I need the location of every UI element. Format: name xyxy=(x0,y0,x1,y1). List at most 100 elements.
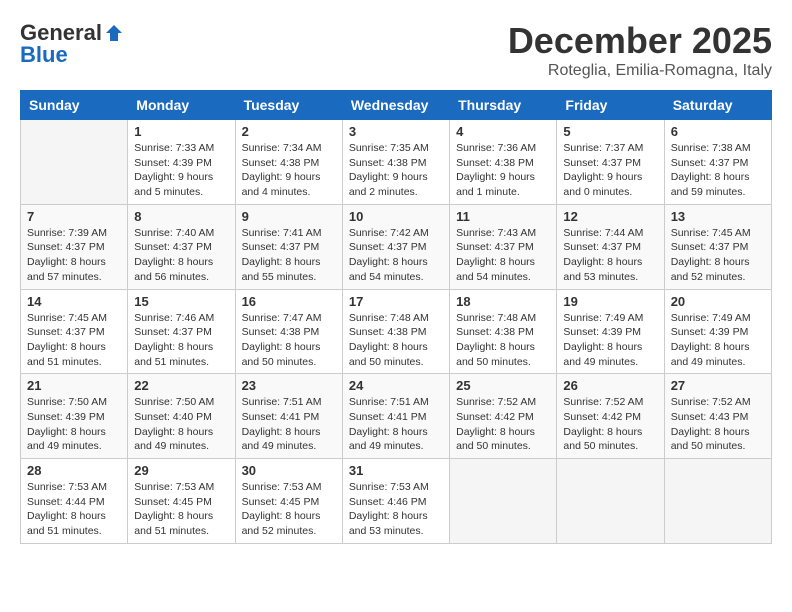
day-info: Sunrise: 7:49 AMSunset: 4:39 PMDaylight:… xyxy=(563,311,657,370)
calendar-cell xyxy=(664,459,771,544)
day-info: Sunrise: 7:52 AMSunset: 4:43 PMDaylight:… xyxy=(671,395,765,454)
month-title: December 2025 xyxy=(508,20,772,62)
day-number: 23 xyxy=(242,378,336,393)
calendar-cell: 22Sunrise: 7:50 AMSunset: 4:40 PMDayligh… xyxy=(128,374,235,459)
day-number: 1 xyxy=(134,124,228,139)
day-info: Sunrise: 7:39 AMSunset: 4:37 PMDaylight:… xyxy=(27,226,121,285)
calendar-week-row: 21 Sunrise: 7:50 AMSunset: 4:39 PMDayligh… xyxy=(21,374,772,459)
day-info: Sunrise: 7:47 AMSunset: 4:38 PMDaylight:… xyxy=(242,311,336,370)
calendar-cell: 25Sunrise: 7:52 AMSunset: 4:42 PMDayligh… xyxy=(450,374,557,459)
weekday-header-wednesday: Wednesday xyxy=(342,91,449,120)
calendar-cell: 10 Sunrise: 7:42 AMSunset: 4:37 PMDayligh… xyxy=(342,204,449,289)
weekday-header-friday: Friday xyxy=(557,91,664,120)
calendar-cell: 16 Sunrise: 7:47 AMSunset: 4:38 PMDayligh… xyxy=(235,289,342,374)
day-info: Sunrise: 7:45 AMSunset: 4:37 PMDaylight:… xyxy=(27,311,121,370)
day-info: Sunrise: 7:41 AMSunset: 4:37 PMDaylight:… xyxy=(242,226,336,285)
calendar-cell: 29Sunrise: 7:53 AMSunset: 4:45 PMDayligh… xyxy=(128,459,235,544)
calendar-cell: 8 Sunrise: 7:40 AMSunset: 4:37 PMDaylight… xyxy=(128,204,235,289)
logo: General Blue xyxy=(20,20,124,68)
calendar-cell: 31 Sunrise: 7:53 AMSunset: 4:46 PMDayligh… xyxy=(342,459,449,544)
day-info: Sunrise: 7:35 AMSunset: 4:38 PMDaylight:… xyxy=(349,141,443,200)
day-number: 8 xyxy=(134,209,228,224)
calendar-cell: 19Sunrise: 7:49 AMSunset: 4:39 PMDayligh… xyxy=(557,289,664,374)
day-number: 7 xyxy=(27,209,121,224)
calendar-cell: 21 Sunrise: 7:50 AMSunset: 4:39 PMDayligh… xyxy=(21,374,128,459)
day-info: Sunrise: 7:53 AMSunset: 4:45 PMDaylight:… xyxy=(134,480,228,539)
day-info: Sunrise: 7:46 AMSunset: 4:37 PMDaylight:… xyxy=(134,311,228,370)
day-number: 5 xyxy=(563,124,657,139)
day-number: 15 xyxy=(134,294,228,309)
calendar-cell: 7 Sunrise: 7:39 AMSunset: 4:37 PMDaylight… xyxy=(21,204,128,289)
weekday-header-sunday: Sunday xyxy=(21,91,128,120)
calendar-cell xyxy=(557,459,664,544)
calendar-cell: 2 Sunrise: 7:34 AMSunset: 4:38 PMDaylight… xyxy=(235,120,342,205)
logo-blue-text: Blue xyxy=(20,42,68,68)
day-number: 13 xyxy=(671,209,765,224)
weekday-header-monday: Monday xyxy=(128,91,235,120)
day-info: Sunrise: 7:45 AMSunset: 4:37 PMDaylight:… xyxy=(671,226,765,285)
day-info: Sunrise: 7:50 AMSunset: 4:39 PMDaylight:… xyxy=(27,395,121,454)
day-number: 17 xyxy=(349,294,443,309)
day-number: 16 xyxy=(242,294,336,309)
calendar-cell: 15 Sunrise: 7:46 AMSunset: 4:37 PMDayligh… xyxy=(128,289,235,374)
day-info: Sunrise: 7:42 AMSunset: 4:37 PMDaylight:… xyxy=(349,226,443,285)
calendar-cell: 11Sunrise: 7:43 AMSunset: 4:37 PMDayligh… xyxy=(450,204,557,289)
day-info: Sunrise: 7:49 AMSunset: 4:39 PMDaylight:… xyxy=(671,311,765,370)
calendar-cell: 27 Sunrise: 7:52 AMSunset: 4:43 PMDayligh… xyxy=(664,374,771,459)
weekday-header-thursday: Thursday xyxy=(450,91,557,120)
day-info: Sunrise: 7:33 AMSunset: 4:39 PMDaylight:… xyxy=(134,141,228,200)
day-number: 21 xyxy=(27,378,121,393)
day-info: Sunrise: 7:36 AMSunset: 4:38 PMDaylight:… xyxy=(456,141,550,200)
calendar-cell: 20 Sunrise: 7:49 AMSunset: 4:39 PMDayligh… xyxy=(664,289,771,374)
day-info: Sunrise: 7:34 AMSunset: 4:38 PMDaylight:… xyxy=(242,141,336,200)
page-header: General Blue December 2025 Roteglia, Emi… xyxy=(20,20,772,80)
day-info: Sunrise: 7:53 AMSunset: 4:46 PMDaylight:… xyxy=(349,480,443,539)
day-number: 20 xyxy=(671,294,765,309)
day-info: Sunrise: 7:48 AMSunset: 4:38 PMDaylight:… xyxy=(349,311,443,370)
title-section: December 2025 Roteglia, Emilia-Romagna, … xyxy=(508,20,772,80)
calendar-cell: 24Sunrise: 7:51 AMSunset: 4:41 PMDayligh… xyxy=(342,374,449,459)
day-info: Sunrise: 7:52 AMSunset: 4:42 PMDaylight:… xyxy=(563,395,657,454)
day-number: 26 xyxy=(563,378,657,393)
calendar-cell: 26 Sunrise: 7:52 AMSunset: 4:42 PMDayligh… xyxy=(557,374,664,459)
day-number: 2 xyxy=(242,124,336,139)
day-number: 28 xyxy=(27,463,121,478)
day-number: 14 xyxy=(27,294,121,309)
calendar-cell: 23 Sunrise: 7:51 AMSunset: 4:41 PMDayligh… xyxy=(235,374,342,459)
calendar-cell: 18Sunrise: 7:48 AMSunset: 4:38 PMDayligh… xyxy=(450,289,557,374)
calendar-cell: 3 Sunrise: 7:35 AMSunset: 4:38 PMDaylight… xyxy=(342,120,449,205)
calendar-week-row: 7 Sunrise: 7:39 AMSunset: 4:37 PMDaylight… xyxy=(21,204,772,289)
day-number: 27 xyxy=(671,378,765,393)
calendar-cell: 1 Sunrise: 7:33 AMSunset: 4:39 PMDaylight… xyxy=(128,120,235,205)
calendar-cell: 9 Sunrise: 7:41 AMSunset: 4:37 PMDaylight… xyxy=(235,204,342,289)
calendar-cell: 30Sunrise: 7:53 AMSunset: 4:45 PMDayligh… xyxy=(235,459,342,544)
location-subtitle: Roteglia, Emilia-Romagna, Italy xyxy=(508,62,772,80)
day-info: Sunrise: 7:51 AMSunset: 4:41 PMDaylight:… xyxy=(242,395,336,454)
day-info: Sunrise: 7:40 AMSunset: 4:37 PMDaylight:… xyxy=(134,226,228,285)
day-info: Sunrise: 7:52 AMSunset: 4:42 PMDaylight:… xyxy=(456,395,550,454)
day-number: 24 xyxy=(349,378,443,393)
day-info: Sunrise: 7:53 AMSunset: 4:45 PMDaylight:… xyxy=(242,480,336,539)
calendar-week-row: 1 Sunrise: 7:33 AMSunset: 4:39 PMDaylight… xyxy=(21,120,772,205)
calendar-cell xyxy=(21,120,128,205)
calendar-cell: 13 Sunrise: 7:45 AMSunset: 4:37 PMDayligh… xyxy=(664,204,771,289)
day-number: 31 xyxy=(349,463,443,478)
weekday-header-saturday: Saturday xyxy=(664,91,771,120)
day-number: 9 xyxy=(242,209,336,224)
day-number: 12 xyxy=(563,209,657,224)
calendar-week-row: 28Sunrise: 7:53 AMSunset: 4:44 PMDayligh… xyxy=(21,459,772,544)
day-number: 3 xyxy=(349,124,443,139)
day-info: Sunrise: 7:44 AMSunset: 4:37 PMDaylight:… xyxy=(563,226,657,285)
calendar-cell xyxy=(450,459,557,544)
day-number: 22 xyxy=(134,378,228,393)
weekday-header-tuesday: Tuesday xyxy=(235,91,342,120)
logo-icon xyxy=(104,23,124,43)
day-number: 10 xyxy=(349,209,443,224)
calendar-cell: 5Sunrise: 7:37 AMSunset: 4:37 PMDaylight… xyxy=(557,120,664,205)
day-info: Sunrise: 7:38 AMSunset: 4:37 PMDaylight:… xyxy=(671,141,765,200)
calendar-cell: 28Sunrise: 7:53 AMSunset: 4:44 PMDayligh… xyxy=(21,459,128,544)
day-number: 18 xyxy=(456,294,550,309)
day-number: 4 xyxy=(456,124,550,139)
calendar-week-row: 14 Sunrise: 7:45 AMSunset: 4:37 PMDayligh… xyxy=(21,289,772,374)
calendar-cell: 6Sunrise: 7:38 AMSunset: 4:37 PMDaylight… xyxy=(664,120,771,205)
